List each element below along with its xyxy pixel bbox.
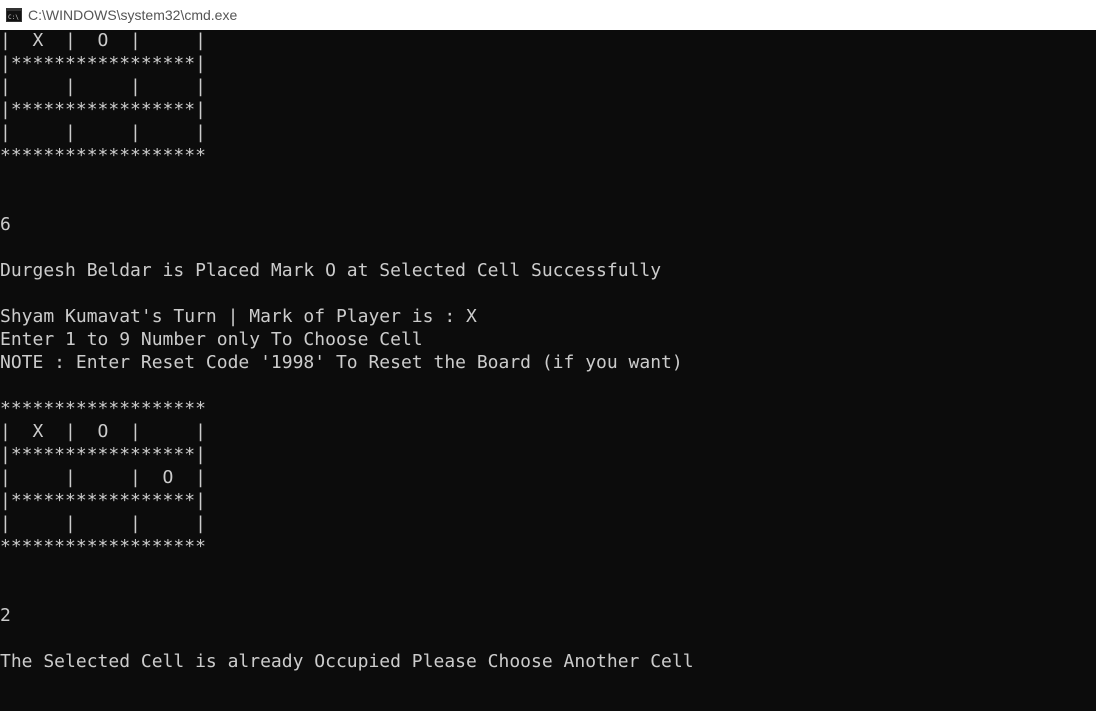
- console-output[interactable]: | X | O | | |*****************| | | | | |**…: [0, 30, 1096, 711]
- console-line: 2: [0, 605, 11, 626]
- console-line: Enter 1 to 9 Number only To Choose Cell: [0, 329, 423, 350]
- console-line: | | | |: [0, 122, 206, 143]
- console-line: The Selected Cell is already Occupied Pl…: [0, 651, 694, 672]
- svg-text:C:\: C:\: [8, 14, 19, 21]
- console-line: | | | |: [0, 513, 206, 534]
- console-line: | X | O | |: [0, 30, 206, 51]
- console-line: |*****************|: [0, 99, 206, 120]
- console-line: Shyam Kumavat's Turn | Mark of Player is…: [0, 306, 477, 327]
- console-line: |*****************|: [0, 53, 206, 74]
- console-line: NOTE : Enter Reset Code '1998' To Reset …: [0, 352, 683, 373]
- cmd-window-icon: C:\: [6, 8, 22, 22]
- cmd-window: C:\ C:\WINDOWS\system32\cmd.exe | X | O …: [0, 0, 1096, 711]
- console-line: *******************: [0, 145, 206, 166]
- console-line: *******************: [0, 398, 206, 419]
- console-line: | | | |: [0, 76, 206, 97]
- console-line: |*****************|: [0, 490, 206, 511]
- console-line: 6: [0, 214, 11, 235]
- console-line: *******************: [0, 536, 206, 557]
- console-line: | X | O | |: [0, 421, 206, 442]
- console-line: Durgesh Beldar is Placed Mark O at Selec…: [0, 260, 662, 281]
- console-line: | | | O |: [0, 467, 206, 488]
- console-line: |*****************|: [0, 444, 206, 465]
- window-title: C:\WINDOWS\system32\cmd.exe: [28, 7, 238, 23]
- title-bar[interactable]: C:\ C:\WINDOWS\system32\cmd.exe: [0, 0, 1096, 30]
